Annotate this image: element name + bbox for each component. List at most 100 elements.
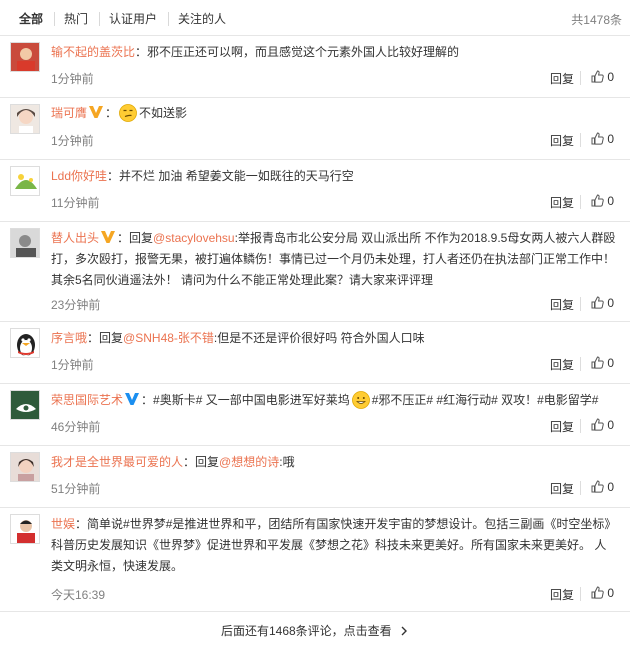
username-link[interactable]: 荣思国际艺术 xyxy=(51,393,123,407)
hashtag-text[interactable]: #邪不压正# #红海行动# 双攻！#电影留学# xyxy=(372,393,599,407)
thumbs-up-icon xyxy=(591,132,604,145)
action-divider xyxy=(580,481,581,495)
reply-button[interactable]: 回复 xyxy=(550,194,574,211)
smirk-emoji-icon xyxy=(119,104,137,122)
avatar[interactable] xyxy=(10,452,40,482)
comment-content: 荣思国际艺术 ：#奥斯卡# 又一部中国电影进军好莱坞 #邪不压正# #红海行动# 双… xyxy=(51,391,599,409)
verified-blue-v-icon xyxy=(125,393,140,405)
avatar[interactable] xyxy=(10,228,40,258)
username-link[interactable]: 我才是全世界最可爱的人 xyxy=(51,455,183,469)
action-divider xyxy=(580,195,581,209)
verified-gold-v-icon xyxy=(101,231,116,243)
comment-content: 输不起的盖茨比：邪不压正还可以啊，而且感觉这个元素外国人比较好理解的 xyxy=(51,45,460,59)
action-divider xyxy=(580,419,581,433)
more-comments-link[interactable]: 后面还有1468条评论，点击查看 xyxy=(0,617,630,645)
comment-time: 今天16:39 xyxy=(51,588,106,602)
like-button[interactable]: 0 xyxy=(591,480,614,494)
tab-divider xyxy=(99,12,100,26)
comment-total-count: 共1478条 xyxy=(571,13,622,27)
comment-content: Ldd你好哇：并不烂 加油 希望姜文能一如既往的天马行空 xyxy=(51,169,354,183)
comment-time: 1分钟前 xyxy=(51,72,94,86)
action-divider xyxy=(580,297,581,311)
comment-item: Ldd你好哇：并不烂 加油 希望姜文能一如既往的天马行空 11分钟前 回复 0 xyxy=(0,160,630,222)
grin-emoji-icon xyxy=(351,391,370,409)
like-button[interactable]: 0 xyxy=(591,70,614,84)
comment-content: 替人出头 ：回复@stacylovehsu:举报青岛市北公安分局 双山派出所 不作… xyxy=(51,231,616,287)
username-link[interactable]: 序言哦 xyxy=(51,331,87,345)
tab-verified-users[interactable]: 认证用户 xyxy=(109,11,157,27)
action-divider xyxy=(580,357,581,371)
username-link[interactable]: 替人出头 xyxy=(51,231,99,245)
chevron-right-icon xyxy=(401,626,408,636)
reply-button[interactable]: 回复 xyxy=(550,480,574,497)
action-divider xyxy=(580,133,581,147)
username-link[interactable]: Ldd你好哇 xyxy=(51,169,107,183)
like-count: 0 xyxy=(607,418,615,432)
avatar[interactable] xyxy=(10,514,40,544)
comment-time: 1分钟前 xyxy=(51,358,94,372)
thumbs-up-icon xyxy=(591,296,604,309)
hashtag-text[interactable]: #奥斯卡# 又一部中国电影进军好莱坞 xyxy=(153,393,350,407)
reply-button[interactable]: 回复 xyxy=(550,418,574,435)
mention-link[interactable]: @stacylovehsu xyxy=(153,231,235,245)
username-link[interactable]: 世娱 xyxy=(51,517,75,531)
comment-item: 替人出头 ：回复@stacylovehsu:举报青岛市北公安分局 双山派出所 不作… xyxy=(0,222,630,322)
comment-text: 邪不压正还可以啊，而且感觉这个元素外国人比较好理解的 xyxy=(147,45,460,59)
comment-content: 序言哦：回复@SNH48-张不错:但是不还是评价很好吗 符合外国人口味 xyxy=(51,331,425,345)
comment-item: 序言哦：回复@SNH48-张不错:但是不还是评价很好吗 符合外国人口味 1分钟前… xyxy=(0,322,630,384)
like-button[interactable]: 0 xyxy=(591,132,614,146)
avatar[interactable] xyxy=(10,104,40,134)
thumbs-up-icon xyxy=(591,70,604,83)
avatar[interactable] xyxy=(10,166,40,196)
avatar[interactable] xyxy=(10,42,40,72)
reply-button[interactable]: 回复 xyxy=(550,296,574,313)
action-divider xyxy=(580,587,581,601)
comment-time: 51分钟前 xyxy=(51,482,101,496)
thumbs-up-icon xyxy=(591,194,604,207)
tab-divider xyxy=(168,12,169,26)
like-count: 0 xyxy=(607,194,615,208)
comment-item: 我才是全世界最可爱的人：回复@想想的诗:哦 51分钟前 回复 0 xyxy=(0,446,630,508)
comment-item: 世娱：简单说#世界梦#是推进世界和平，团结所有国家快速开发宇宙的梦想设计。包括三… xyxy=(0,508,630,612)
like-count: 0 xyxy=(607,132,615,146)
comment-filter-tabs: 全部 热门 认证用户 关注的人 共1478条 xyxy=(0,0,630,36)
mention-link[interactable]: @SNH48-张不错 xyxy=(123,331,214,345)
like-button[interactable]: 0 xyxy=(591,296,614,310)
like-count: 0 xyxy=(607,70,615,84)
like-button[interactable]: 0 xyxy=(591,194,614,208)
reply-button[interactable]: 回复 xyxy=(550,356,574,373)
comment-time: 1分钟前 xyxy=(51,134,94,148)
thumbs-up-icon xyxy=(591,586,604,599)
comment-time: 11分钟前 xyxy=(51,196,100,210)
tab-following[interactable]: 关注的人 xyxy=(178,11,226,27)
comment-text: :但是不还是评价很好吗 符合外国人口味 xyxy=(213,331,425,345)
thumbs-up-icon xyxy=(591,356,604,369)
like-count: 0 xyxy=(607,480,615,494)
comment-item: 荣思国际艺术 ：#奥斯卡# 又一部中国电影进军好莱坞 #邪不压正# #红海行动# 双… xyxy=(0,384,630,446)
reply-button[interactable]: 回复 xyxy=(550,586,574,603)
comment-time: 23分钟前 xyxy=(51,298,101,312)
tab-hot[interactable]: 热门 xyxy=(64,11,88,27)
comment-item: 瑞可膺：不如送影 1分钟前 回复 0 xyxy=(0,98,630,160)
username-link[interactable]: 瑞可膺 xyxy=(51,106,87,120)
comment-text: 简单说#世界梦#是推进世界和平，团结所有国家快速开发宇宙的梦想设计。包括三副画《… xyxy=(51,517,611,573)
reply-button[interactable]: 回复 xyxy=(550,70,574,87)
more-comments-label: 后面还有1468条评论，点击查看 xyxy=(220,624,392,638)
comment-item: 输不起的盖茨比：邪不压正还可以啊，而且感觉这个元素外国人比较好理解的 1分钟前 … xyxy=(0,36,630,98)
reply-button[interactable]: 回复 xyxy=(550,132,574,149)
like-button[interactable]: 0 xyxy=(591,356,614,370)
username-link[interactable]: 输不起的盖茨比 xyxy=(51,45,135,59)
tab-all[interactable]: 全部 xyxy=(19,11,43,27)
like-count: 0 xyxy=(607,586,615,600)
tab-divider xyxy=(54,12,55,26)
comment-content: 我才是全世界最可爱的人：回复@想想的诗:哦 xyxy=(51,455,295,469)
thumbs-up-icon xyxy=(591,480,604,493)
mention-link[interactable]: @想想的诗 xyxy=(219,455,279,469)
action-divider xyxy=(580,71,581,85)
avatar[interactable] xyxy=(10,328,40,358)
avatar[interactable] xyxy=(10,390,40,420)
like-button[interactable]: 0 xyxy=(591,586,614,600)
like-count: 0 xyxy=(607,296,615,310)
like-count: 0 xyxy=(607,356,615,370)
like-button[interactable]: 0 xyxy=(591,418,614,432)
